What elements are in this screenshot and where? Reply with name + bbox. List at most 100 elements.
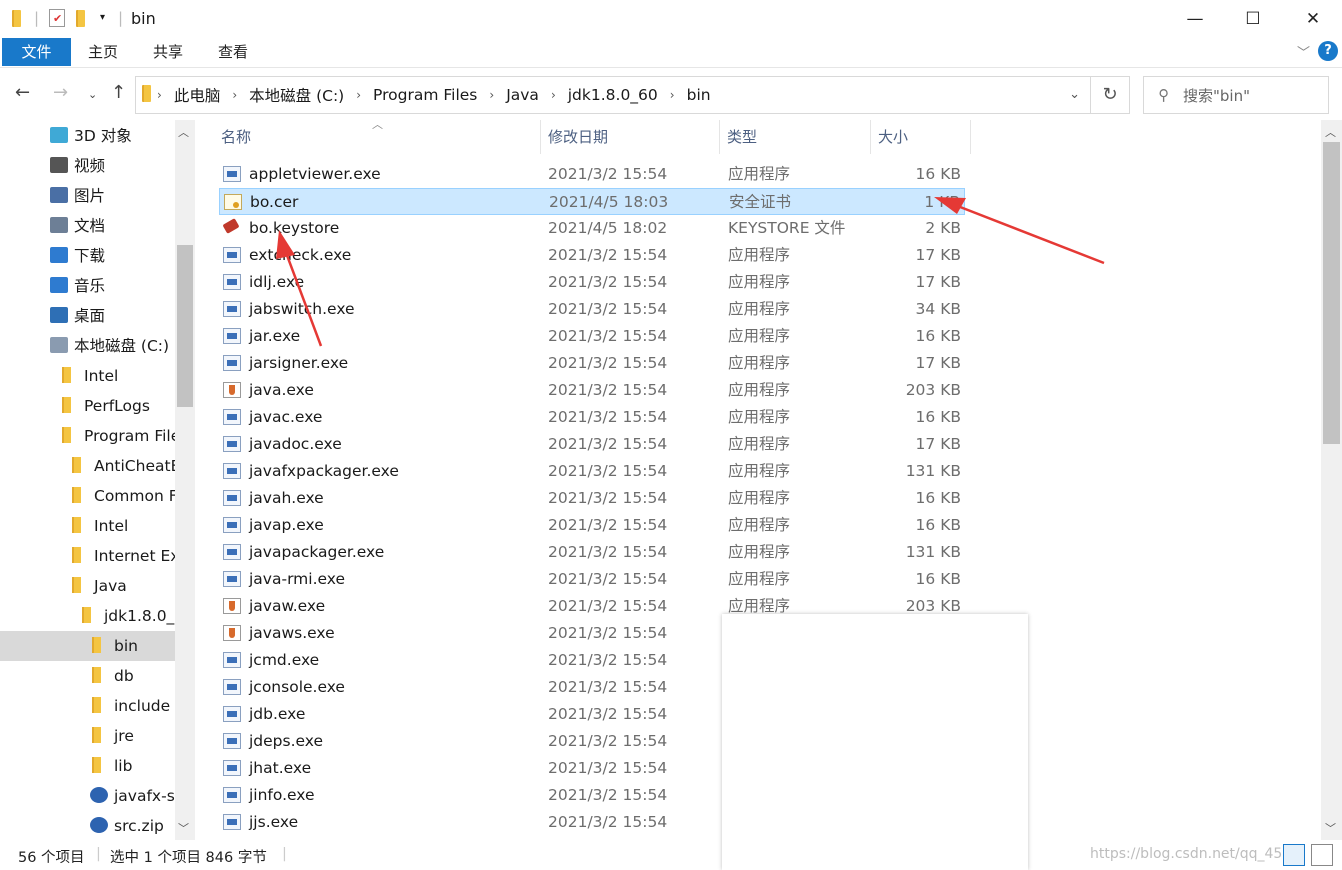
file-row[interactable]: jar.exe 2021/3/2 15:54 应用程序 16 KB (219, 323, 965, 350)
file-row[interactable]: javafxpackager.exe 2021/3/2 15:54 应用程序 131 … (219, 458, 965, 485)
breadcrumb-local-disk[interactable]: 本地磁盘 (C:) (249, 84, 344, 106)
column-header-date[interactable]: 修改日期 (542, 120, 720, 154)
forward-arrow-icon[interactable]: → (53, 82, 68, 103)
tab-file[interactable]: 文件 (2, 38, 71, 66)
refresh-button[interactable]: ↻ (1091, 76, 1130, 114)
column-header-type[interactable]: 类型 (721, 120, 871, 154)
file-row[interactable]: idlj.exe 2021/3/2 15:54 应用程序 17 KB (219, 269, 965, 296)
desktop-icon (50, 306, 68, 323)
file-row[interactable]: javapackager.exe 2021/3/2 15:54 应用程序 131 KB (219, 539, 965, 566)
sidebar-item[interactable]: Java (72, 571, 175, 601)
file-row[interactable]: java-rmi.exe 2021/3/2 15:54 应用程序 16 KB (219, 566, 965, 593)
file-row[interactable]: bo.cer 2021/4/5 18:03 安全证书 1 KB (219, 188, 965, 215)
sidebar-item[interactable]: Intel (62, 361, 175, 391)
sidebar-item[interactable]: jdk1.8.0_60 (82, 601, 175, 631)
breadcrumb-separator[interactable]: › (157, 88, 162, 102)
navigation-pane: 3D 对象 视频 图片 文档 下载 音乐 桌面 本地磁盘 (C:) Intel PerfLogs P… (0, 120, 195, 840)
sidebar-item[interactable]: src.zip (90, 811, 175, 841)
nav-scroll-thumb[interactable] (177, 245, 193, 407)
chevron-up-icon[interactable]: ︿ (178, 124, 189, 140)
file-row[interactable]: javac.exe 2021/3/2 15:54 应用程序 16 KB (219, 404, 965, 431)
sidebar-item[interactable]: 音乐 (50, 271, 175, 301)
sidebar-item[interactable]: db (92, 661, 175, 691)
address-bar[interactable]: › 此电脑 › 本地磁盘 (C:) › Program Files › Java… (135, 76, 1091, 114)
tab-share[interactable]: 共享 (137, 38, 199, 66)
file-row[interactable]: jarsigner.exe 2021/3/2 15:54 应用程序 17 KB (219, 350, 965, 377)
file-row[interactable]: bo.keystore 2021/4/5 18:02 KEYSTORE 文件 2 KB (219, 215, 965, 242)
search-input[interactable]: ⚲ 搜索"bin" (1143, 76, 1329, 114)
sidebar-item[interactable]: Intel (72, 511, 175, 541)
sidebar-item[interactable]: 视频 (50, 151, 175, 181)
tab-home[interactable]: 主页 (72, 38, 134, 66)
properties-icon[interactable]: ✔ (49, 9, 65, 27)
item-count: 56 个项目 (18, 850, 85, 866)
up-arrow-icon[interactable]: ↑ (111, 82, 126, 103)
recent-locations-icon[interactable]: ⌄ (88, 88, 97, 101)
sidebar-item[interactable]: PerfLogs (62, 391, 175, 421)
sidebar-item[interactable]: javafx-src.zip (90, 781, 175, 811)
minimize-button[interactable]: — (1166, 0, 1224, 38)
file-row[interactable]: jabswitch.exe 2021/3/2 15:54 应用程序 34 KB (219, 296, 965, 323)
selection-info: 选中 1 个项目 846 字节 (110, 850, 267, 866)
sidebar-item[interactable]: Program Files (62, 421, 175, 451)
sidebar-item[interactable]: jre (92, 721, 175, 751)
sidebar-item[interactable]: Internet Explorer (72, 541, 175, 571)
application-icon (223, 814, 241, 830)
chevron-up-icon[interactable]: ︿ (1325, 124, 1336, 140)
large-icons-view-button[interactable] (1311, 844, 1333, 866)
sidebar-item[interactable]: Common Files (72, 481, 175, 511)
sidebar-item[interactable]: bin (0, 631, 175, 661)
file-size: 16 KB (915, 489, 961, 507)
customize-quick-access-icon[interactable]: ▾ (100, 12, 105, 23)
sidebar-item[interactable]: 3D 对象 (50, 121, 175, 151)
sidebar-item[interactable]: lib (92, 751, 175, 781)
close-button[interactable]: ✕ (1284, 0, 1342, 38)
sidebar-item[interactable]: 本地磁盘 (C:) (50, 331, 175, 361)
file-list-scroll-thumb[interactable] (1323, 142, 1340, 444)
breadcrumb-jdk[interactable]: jdk1.8.0_60 (568, 86, 658, 104)
chevron-down-icon[interactable]: ⌄ (1069, 87, 1080, 102)
sidebar-item[interactable]: 下载 (50, 241, 175, 271)
sidebar-item[interactable]: 桌面 (50, 301, 175, 331)
file-name: idlj.exe (249, 273, 305, 291)
file-list-scrollbar[interactable]: ︿ ﹀ (1321, 120, 1342, 840)
chevron-down-icon[interactable]: ﹀ (1325, 820, 1336, 836)
divider: | (96, 846, 101, 862)
breadcrumb-java[interactable]: Java (506, 86, 539, 104)
column-header-name[interactable]: 名称 (215, 120, 541, 154)
breadcrumb-separator[interactable]: › (489, 88, 494, 102)
file-row[interactable]: javadoc.exe 2021/3/2 15:54 应用程序 17 KB (219, 431, 965, 458)
file-date: 2021/3/2 15:54 (548, 516, 668, 534)
sidebar-item[interactable]: 图片 (50, 181, 175, 211)
sidebar-item[interactable]: AntiCheatExpert (72, 451, 175, 481)
breadcrumb-separator[interactable]: › (670, 88, 675, 102)
breadcrumb-bin[interactable]: bin (687, 86, 711, 104)
new-folder-icon[interactable] (76, 10, 90, 28)
maximize-button[interactable]: ☐ (1224, 0, 1282, 38)
file-date: 2021/3/2 15:54 (548, 435, 668, 453)
breadcrumb-program-files[interactable]: Program Files (373, 86, 477, 104)
breadcrumb-separator[interactable]: › (551, 88, 556, 102)
details-view-button[interactable] (1283, 844, 1305, 866)
breadcrumb-this-pc[interactable]: 此电脑 (174, 84, 221, 106)
breadcrumb-separator[interactable]: › (232, 88, 237, 102)
file-row[interactable]: java.exe 2021/3/2 15:54 应用程序 203 KB (219, 377, 965, 404)
file-row[interactable]: javah.exe 2021/3/2 15:54 应用程序 16 KB (219, 485, 965, 512)
column-header-size[interactable]: 大小 (872, 120, 971, 154)
sidebar-item[interactable]: include (92, 691, 175, 721)
file-row[interactable]: javap.exe 2021/3/2 15:54 应用程序 16 KB (219, 512, 965, 539)
back-arrow-icon[interactable]: ← (15, 82, 30, 103)
sidebar-item[interactable]: 文档 (50, 211, 175, 241)
sidebar-item-label: 音乐 (74, 277, 106, 295)
breadcrumb-separator[interactable]: › (356, 88, 361, 102)
application-icon (223, 490, 241, 506)
tab-view[interactable]: 查看 (202, 38, 264, 66)
file-name: jdb.exe (249, 705, 306, 723)
file-row[interactable]: extcheck.exe 2021/3/2 15:54 应用程序 17 KB (219, 242, 965, 269)
chevron-down-icon[interactable]: ﹀ (178, 820, 189, 836)
file-type: 应用程序 (728, 273, 791, 291)
help-icon[interactable]: ? (1318, 41, 1338, 61)
chevron-down-icon[interactable]: ﹀ (1297, 42, 1310, 61)
file-row[interactable]: appletviewer.exe 2021/3/2 15:54 应用程序 16 KB (219, 161, 965, 188)
nav-scrollbar[interactable]: ︿ ﹀ (175, 120, 195, 840)
